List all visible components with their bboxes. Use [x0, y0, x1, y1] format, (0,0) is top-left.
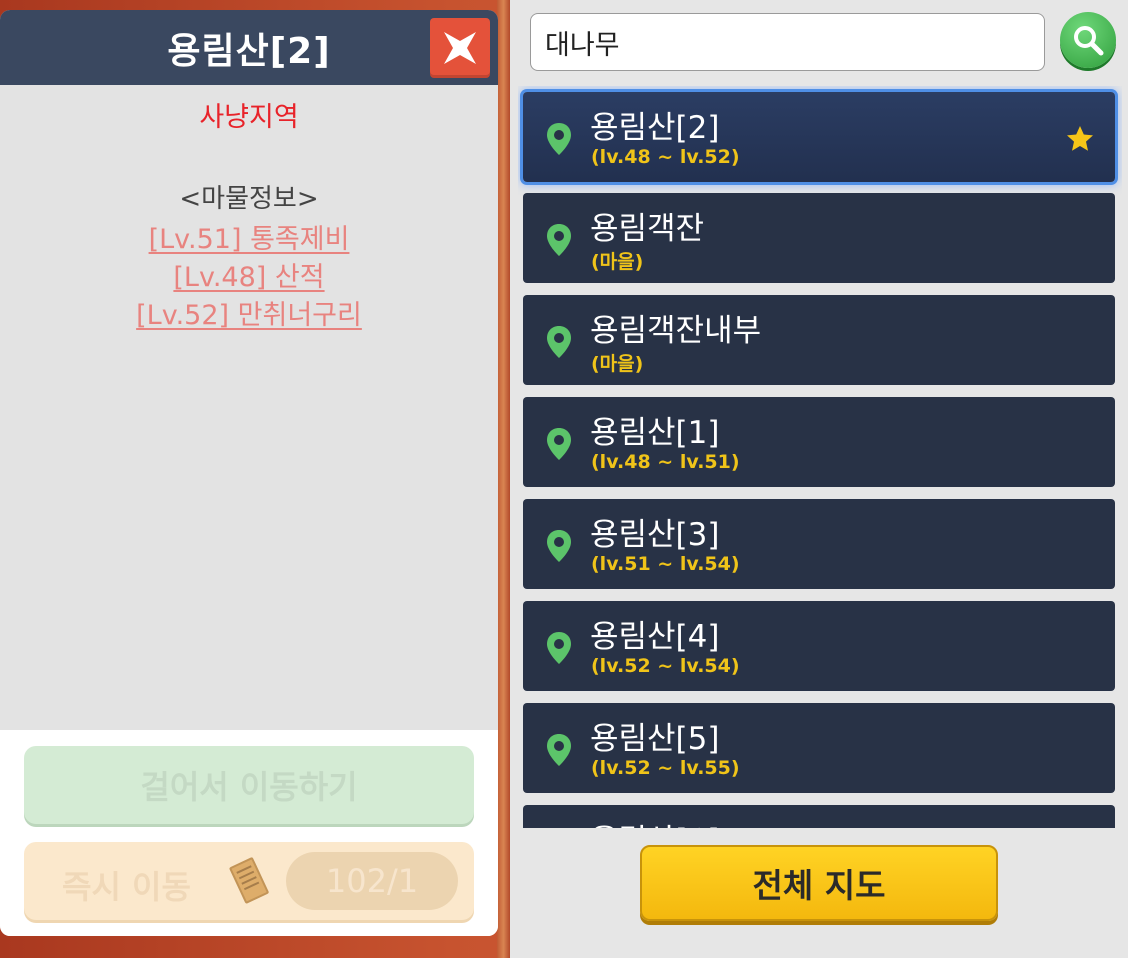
list-item-name: 용림산[4] [590, 619, 720, 655]
zone-type-label: 사냥지역 [199, 102, 299, 133]
detail-actions: 걸어서 이동하기 즉시 이동 102/1 [0, 730, 498, 936]
list-item[interactable]: 용림객잔 (마을) [523, 193, 1115, 283]
list-item-name: 용림산[5] [590, 721, 720, 757]
monster-link[interactable]: [Lv.51] 통족제비 [149, 221, 350, 259]
list-item-level: (마을) [591, 353, 644, 375]
list-item-selected[interactable]: 용림산[2] (lv.48 ~ lv.52) [523, 92, 1115, 182]
full-map-button[interactable]: 전체 지도 [640, 845, 998, 921]
teleport-button[interactable]: 즉시 이동 102/1 [24, 842, 474, 920]
map-pin-icon [547, 632, 571, 664]
list-item[interactable]: 용림산[6] [523, 805, 1115, 828]
panel-divider [497, 0, 510, 958]
location-detail-panel: 용림산[2] 사냥지역 <마물정보> [Lv.51] 통족제비 [Lv.48] … [0, 10, 498, 936]
search-button[interactable] [1060, 12, 1116, 68]
list-item-level: (lv.48 ~ lv.52) [591, 146, 740, 168]
search-input[interactable] [530, 13, 1045, 71]
detail-header: 용림산[2] [0, 10, 498, 85]
list-item-level: (lv.52 ~ lv.54) [591, 655, 740, 677]
magnifier-icon [1074, 26, 1104, 56]
map-pin-icon [547, 530, 571, 562]
list-item[interactable]: 용림산[4] (lv.52 ~ lv.54) [523, 601, 1115, 691]
close-button[interactable] [430, 18, 490, 78]
teleport-label: 즉시 이동 [62, 868, 191, 906]
list-item[interactable]: 용림산[3] (lv.51 ~ lv.54) [523, 499, 1115, 589]
list-item-name: 용림객잔내부 [590, 313, 762, 349]
list-item-name: 용림산[2] [590, 110, 720, 146]
list-item-level: (lv.52 ~ lv.55) [591, 757, 740, 779]
list-item-name: 용림산[1] [590, 415, 720, 451]
list-item-level: (lv.48 ~ lv.51) [591, 451, 740, 473]
list-item[interactable]: 용림산[1] (lv.48 ~ lv.51) [523, 397, 1115, 487]
monster-link[interactable]: [Lv.52] 만취너구리 [136, 297, 362, 335]
list-item[interactable]: 용림객잔내부 (마을) [523, 295, 1115, 385]
favorite-star-icon[interactable] [1065, 124, 1095, 154]
teleport-count: 102/1 [286, 852, 458, 910]
monster-info-heading: <마물정보> [179, 184, 319, 214]
map-pin-icon [547, 326, 571, 358]
list-item-name: 용림산[3] [590, 517, 720, 553]
list-item-name: 용림객잔 [590, 211, 705, 247]
map-pin-icon [547, 224, 571, 256]
teleport-scroll-icon [229, 857, 269, 904]
walk-to-button[interactable]: 걸어서 이동하기 [24, 746, 474, 824]
list-item[interactable]: 용림산[5] (lv.52 ~ lv.55) [523, 703, 1115, 793]
location-list[interactable]: 용림산[2] (lv.48 ~ lv.52) 용림객잔 (마을) 용림객잔내부 … [518, 86, 1122, 828]
list-item-name: 용림산[6] [590, 815, 719, 828]
detail-body: 사냥지역 <마물정보> [Lv.51] 통족제비 [Lv.48] 산적 [Lv.… [0, 85, 498, 335]
list-item-level: (마을) [591, 251, 644, 273]
map-pin-icon [547, 123, 571, 155]
map-pin-icon [547, 428, 571, 460]
map-pin-icon [547, 734, 571, 766]
list-item-level: (lv.51 ~ lv.54) [591, 553, 740, 575]
monster-link[interactable]: [Lv.48] 산적 [173, 259, 324, 297]
detail-title: 용림산[2] [167, 30, 331, 72]
close-x-icon [444, 32, 476, 64]
